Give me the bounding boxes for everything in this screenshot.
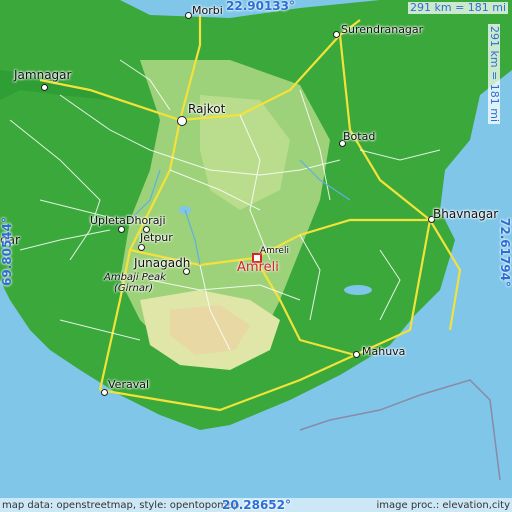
jetpur-marker[interactable] <box>138 244 145 251</box>
surendranagar-marker[interactable] <box>333 31 340 38</box>
place-label-junagadh: Junagadh <box>134 256 191 270</box>
coord-right: 72.61794° <box>498 218 512 288</box>
morbi-marker[interactable] <box>185 12 192 19</box>
veraval-marker[interactable] <box>101 389 108 396</box>
place-label-jamnagar: Jamnagar <box>14 68 72 82</box>
coord-left: 69.80544° <box>0 216 14 286</box>
rajkot-marker[interactable] <box>177 116 187 126</box>
attribution-map-data: map data: openstreetmap, style: opentopo… <box>2 500 240 511</box>
place-label-upleta: Upleta <box>90 214 126 227</box>
place-label-dhoraji: Dhoraji <box>126 214 166 227</box>
place-label-mahuva: Mahuva <box>362 345 406 358</box>
place-label-amreli-small: Amreli <box>260 246 289 256</box>
scale-horizontal: 291 km = 181 mi <box>408 1 509 14</box>
place-label-veraval: Veraval <box>108 378 150 391</box>
attribution-image-proc: image proc.: elevation,city <box>376 500 511 511</box>
place-label-morbi: Morbi <box>192 4 223 17</box>
coord-bottom: 20.28652° <box>222 498 292 512</box>
place-label-jetpur: Jetpur <box>140 231 173 244</box>
jamnagar-marker[interactable] <box>41 84 48 91</box>
place-label-girnar: (Girnar) <box>114 283 154 294</box>
coord-top: 22.90133° <box>226 0 296 13</box>
place-label-surendranagar: Surendranagar <box>341 23 424 36</box>
mahuva-marker[interactable] <box>353 351 360 358</box>
place-label-rajkot: Rajkot <box>188 102 226 116</box>
place-label-amreli-main: Amreli <box>237 260 279 275</box>
upleta-marker[interactable] <box>118 226 125 233</box>
place-label-botad: Botad <box>343 130 376 143</box>
map-canvas[interactable]: Morbi Surendranagar Jamnagar Rajkot Bota… <box>0 0 512 512</box>
scale-vertical: 291 km = 181 mi <box>488 24 501 125</box>
place-label-bhavnagar: Bhavnagar <box>433 207 499 221</box>
